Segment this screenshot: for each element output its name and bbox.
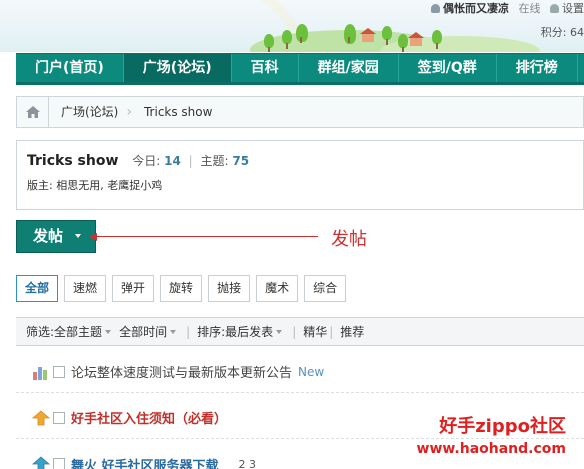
new-post-button[interactable]: 发帖 bbox=[16, 220, 96, 253]
arrow-left-icon bbox=[89, 233, 97, 241]
thread-title-link[interactable]: 好手社区入住须知（必看） bbox=[71, 408, 227, 427]
today-count: 14 bbox=[164, 154, 181, 168]
pinned-up-arrow-icon[interactable] bbox=[31, 409, 51, 426]
tree-decoration bbox=[264, 34, 274, 52]
type-tab-speed-light[interactable]: 速燃 bbox=[64, 275, 107, 302]
user-icon bbox=[431, 4, 440, 13]
watermark-line1: 好手zippo社区 bbox=[439, 416, 566, 437]
watermark-line2: www.haohand.com bbox=[416, 441, 566, 457]
moderators[interactable]: 版主: 相思无用, 老鹰捉小鸡 bbox=[27, 177, 573, 193]
forum-info: Tricks show 今日: 14 | 主题: 75 版主: 相思无用, 老鹰… bbox=[16, 140, 584, 210]
house-decoration bbox=[360, 28, 376, 42]
watermark: 好手zippo社区 www.haohand.com bbox=[417, 416, 566, 460]
topics-count: 75 bbox=[232, 154, 250, 168]
type-tabs: 全部 速燃 弹开 旋转 抛接 魔术 综合 bbox=[16, 275, 352, 302]
tree-decoration bbox=[344, 24, 356, 44]
breadcrumb-item-forum[interactable]: 广场(论坛) bbox=[49, 97, 126, 127]
breadcrumb-item-board[interactable]: Tricks show bbox=[132, 97, 220, 127]
type-tab-flip-open[interactable]: 弹开 bbox=[112, 275, 155, 302]
type-tab-magic[interactable]: 魔术 bbox=[256, 275, 299, 302]
topics-stat: 主题: 75 bbox=[201, 154, 250, 168]
thread-checkbox[interactable] bbox=[53, 365, 65, 378]
thread-row: 论坛整体速度测试与最新版本更新公告 New bbox=[16, 351, 584, 393]
divider: | bbox=[329, 324, 334, 339]
digest-filter-link[interactable]: 精华 bbox=[303, 323, 327, 340]
sort-label: 排序: bbox=[197, 325, 226, 339]
bar-chart-icon bbox=[32, 364, 50, 380]
tree-decoration bbox=[282, 30, 292, 49]
forum-title: Tricks show bbox=[27, 153, 119, 169]
breadcrumb: 广场(论坛) › Tricks show bbox=[16, 96, 584, 128]
nav-item-ranking[interactable]: 排行榜 bbox=[497, 54, 578, 82]
sort-dropdown[interactable]: 最后发表 bbox=[225, 323, 282, 340]
filter-label: 筛选: bbox=[26, 325, 55, 339]
stat-divider: | bbox=[188, 154, 193, 168]
user-name-link[interactable]: 偶怅而又凄凉 bbox=[443, 2, 509, 15]
type-tab-misc[interactable]: 综合 bbox=[304, 275, 347, 302]
nav-item-groups[interactable]: 群组/家园 bbox=[299, 54, 399, 82]
nav-item-checkin[interactable]: 签到/Q群 bbox=[399, 54, 497, 82]
thread-title-link[interactable]: 舞火 好手社区服务器下载 bbox=[71, 455, 219, 469]
annotation-arrow-line bbox=[93, 236, 318, 237]
tree-decoration bbox=[296, 24, 308, 43]
thread-checkbox[interactable] bbox=[53, 411, 65, 424]
settings-icon bbox=[550, 4, 559, 13]
today-stat: 今日: 14 bbox=[132, 154, 181, 168]
home-link[interactable] bbox=[17, 97, 49, 127]
topic-filter-dropdown[interactable]: 全部主题 bbox=[54, 323, 111, 340]
user-area: 偶怅而又凄凉 在线 设置 bbox=[431, 0, 584, 16]
thread-checkbox[interactable] bbox=[53, 458, 65, 469]
nav-item-wiki[interactable]: 百科 bbox=[232, 54, 299, 82]
type-tab-spin[interactable]: 旋转 bbox=[160, 275, 203, 302]
house-decoration bbox=[408, 32, 424, 46]
new-badge: New bbox=[298, 364, 325, 379]
recommend-filter-link[interactable]: 推荐 bbox=[340, 323, 364, 340]
pinned-up-arrow-icon[interactable] bbox=[31, 456, 51, 469]
filter-bar: 筛选: 全部主题 全部时间 | 排序: 最后发表 | 精华 | 推荐 bbox=[16, 317, 584, 346]
caret-down-icon[interactable] bbox=[75, 234, 81, 238]
thread-title-link[interactable]: 论坛整体速度测试与最新版本更新公告 bbox=[71, 362, 292, 381]
nav-item-forum[interactable]: 广场(论坛) bbox=[123, 54, 232, 82]
topics-label: 主题: bbox=[200, 154, 229, 168]
divider: | bbox=[186, 324, 191, 339]
points-display[interactable]: 积分: 64 bbox=[541, 24, 584, 40]
tree-decoration bbox=[398, 34, 408, 52]
home-icon bbox=[25, 106, 40, 118]
divider: | bbox=[292, 324, 297, 339]
online-status: 在线 bbox=[518, 2, 541, 15]
thread-pages[interactable]: 2 3 bbox=[239, 458, 257, 469]
tree-decoration bbox=[382, 26, 392, 45]
time-filter-dropdown[interactable]: 全部时间 bbox=[119, 323, 176, 340]
tree-decoration bbox=[432, 30, 442, 49]
settings-link[interactable]: 设置 bbox=[562, 2, 584, 15]
type-tab-toss[interactable]: 抛接 bbox=[208, 275, 251, 302]
nav-item-portal[interactable]: 门户(首页) bbox=[16, 54, 124, 82]
today-label: 今日: bbox=[132, 154, 161, 168]
type-tab-all[interactable]: 全部 bbox=[16, 275, 59, 302]
new-post-label: 发帖 bbox=[33, 227, 64, 245]
main-nav: 门户(首页) 广场(论坛) 百科 群组/家园 签到/Q群 排行榜 bbox=[16, 53, 584, 85]
annotation-text: 发帖 bbox=[331, 229, 367, 250]
